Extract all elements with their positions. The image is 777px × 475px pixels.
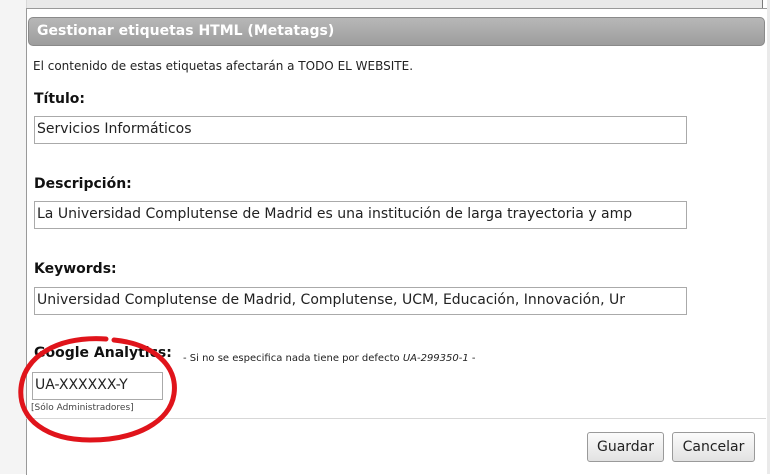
keywords-input[interactable]: Universidad Complutense de Madrid, Compl… <box>34 287 687 315</box>
titulo-input[interactable]: Servicios Informáticos <box>34 116 687 144</box>
analytics-note-suffix: - <box>471 353 476 364</box>
footer-divider <box>26 418 766 419</box>
metatags-dialog <box>26 8 767 475</box>
cancel-button[interactable]: Cancelar <box>672 432 755 462</box>
analytics-default-id: UA-299350-1 <box>402 353 469 364</box>
analytics-input[interactable]: UA-XXXXXX-Y <box>32 372 163 400</box>
admin-only-note: [Sólo Administradores] <box>31 403 134 413</box>
dialog-titlebar[interactable]: Gestionar etiquetas HTML (Metatags) <box>28 17 765 46</box>
analytics-note-prefix: - Si no se especifica nada tiene por def… <box>183 353 400 364</box>
save-button[interactable]: Guardar <box>587 432 664 462</box>
left-edge <box>0 0 27 474</box>
descripcion-label: Descripción: <box>34 176 132 192</box>
top-strip <box>0 0 777 8</box>
intro-text: El contenido de estas etiquetas afectará… <box>33 59 414 73</box>
titulo-label: Título: <box>34 91 86 107</box>
dialog-title: Gestionar etiquetas HTML (Metatags) <box>37 23 335 39</box>
analytics-label: Google Analytics: <box>34 345 172 361</box>
descripcion-input[interactable]: La Universidad Complutense de Madrid es … <box>34 201 687 229</box>
keywords-label: Keywords: <box>34 261 117 277</box>
analytics-note: - Si no se especifica nada tiene por def… <box>183 353 476 364</box>
